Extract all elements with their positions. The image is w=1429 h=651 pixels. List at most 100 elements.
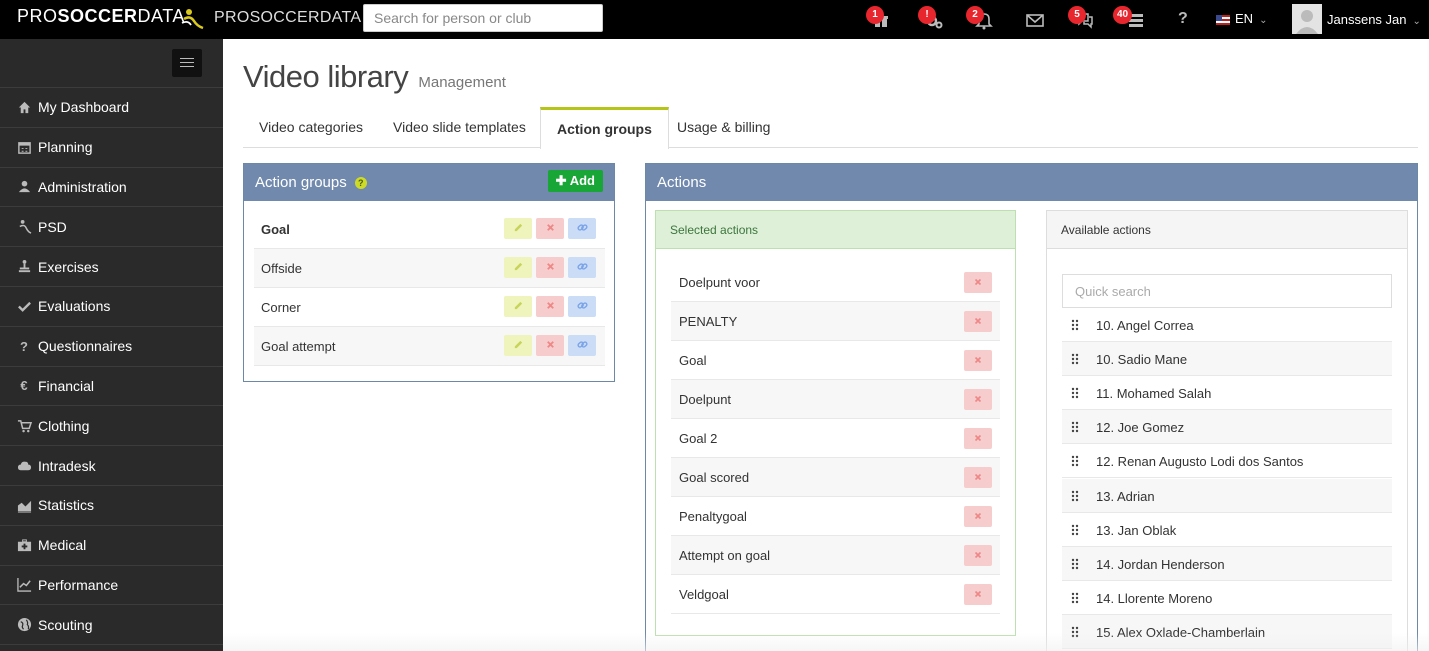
sidebar-item-label: Intradesk [38,457,96,474]
remove-action-button[interactable] [964,428,992,449]
language-selector[interactable]: EN ⌄ [1216,11,1267,26]
available-action-row[interactable]: 13. Jan Oblak [1062,513,1392,547]
home-icon [15,99,33,115]
sidebar-item-intradesk[interactable]: Intradesk [0,446,223,486]
remove-action-button[interactable] [964,506,992,527]
tab-video-slide-templates[interactable]: Video slide templates [377,107,542,148]
delete-button[interactable] [536,257,564,278]
comments-badge: 5 [1068,6,1086,24]
question-icon[interactable]: ? [1178,10,1200,32]
chevron-down-icon: ⌄ [1412,16,1421,27]
edit-button[interactable] [504,296,532,317]
action-group-row[interactable]: Corner [254,288,605,327]
sidebar-item-label: Administration [38,178,127,195]
tab-video-categories[interactable]: Video categories [243,107,379,148]
sidebar-item-planning[interactable]: Planning [0,128,223,168]
delete-button[interactable] [536,296,564,317]
available-action-row[interactable]: 12. Joe Gomez [1062,410,1392,445]
sidebar-item-questionnaires[interactable]: ? Questionnaires [0,327,223,367]
remove-action-button[interactable] [964,350,992,371]
actions-panel: Actions Selected actions Doelpunt voor PE… [645,163,1418,651]
sidebar-item-medical[interactable]: Medical [0,526,223,566]
drag-handle-icon[interactable] [1071,421,1079,433]
link-icon [576,338,588,353]
edit-button[interactable] [504,335,532,356]
drag-handle-icon[interactable] [1071,319,1079,331]
pencil-icon [513,221,524,236]
drag-handle-icon[interactable] [1071,490,1079,502]
available-action-row[interactable]: 15. Alex Oxlade-Chamberlain [1062,614,1392,649]
sidebar-item-psd[interactable]: PSD [0,207,223,248]
drag-handle-icon[interactable] [1071,387,1079,399]
user-icon [15,179,33,195]
remove-action-button[interactable] [964,545,992,566]
available-action-row[interactable]: 14. Jordan Henderson [1062,546,1392,581]
menu-toggle-button[interactable] [172,49,202,77]
help-icon[interactable]: ? [354,177,367,190]
sidebar-item-administration[interactable]: Administration [0,168,223,208]
action-group-row[interactable]: Offside [254,249,605,288]
drag-handle-icon[interactable] [1071,592,1079,604]
edit-button[interactable] [504,257,532,278]
brand-main: PRO [17,6,58,26]
drag-handle-icon[interactable] [1071,558,1079,570]
sidebar-item-label: Scouting [38,616,93,633]
available-action-row[interactable]: 12. Renan Augusto Lodi dos Santos [1062,444,1392,479]
sidebar-item-scouting[interactable]: Scouting [0,605,223,646]
available-action-row[interactable]: 14. Llorente Moreno [1062,581,1392,615]
tab-action-groups[interactable]: Action groups [540,107,669,149]
brand-logo[interactable]: PROSOCCERDATA [17,6,185,27]
link-button[interactable] [568,296,596,317]
sidebar-item-clothing[interactable]: Clothing [0,406,223,447]
global-search-input[interactable] [363,4,603,32]
close-icon [973,509,983,524]
page-title: Video library Management [243,59,506,95]
sidebar-item-my-dashboard[interactable]: My Dashboard [0,88,223,128]
sidebar-item-financial[interactable]: € Financial [0,367,223,407]
remove-action-button[interactable] [964,389,992,410]
action-group-row[interactable]: Goal [254,210,605,249]
drag-handle-icon[interactable] [1071,455,1079,467]
link-button[interactable] [568,218,596,239]
selected-action-label: Goal [679,353,707,368]
available-action-row[interactable]: 11. Mohamed Salah [1062,376,1392,411]
sidebar-item-label: My Dashboard [38,99,130,116]
remove-action-button[interactable] [964,467,992,488]
tab-usage-billing[interactable]: Usage & billing [661,107,786,148]
drag-handle-icon[interactable] [1071,353,1079,365]
link-icon [576,299,588,314]
action-group-row[interactable]: Goal attempt [254,327,605,366]
add-action-group-button[interactable]: ✚ Add [547,170,603,192]
remove-action-button[interactable] [964,584,992,605]
selected-action-row: Goal [671,341,1000,380]
available-action-row[interactable]: 10. Angel Correa [1062,308,1392,342]
available-action-label: 13. Jan Oblak [1096,522,1177,538]
delete-button[interactable] [536,218,564,239]
link-icon [576,260,588,275]
sidebar-item-statistics[interactable]: Statistics [0,486,223,526]
sidebar-item-evaluations[interactable]: Evaluations [0,287,223,327]
available-action-row[interactable]: 13. Adrian [1062,478,1392,513]
remove-action-button[interactable] [964,311,992,332]
sidebar-item-performance[interactable]: Performance [0,566,223,606]
drag-handle-icon[interactable] [1071,524,1079,536]
drag-handle-icon[interactable] [1071,626,1079,638]
sidebar-item-exercises[interactable]: Exercises [0,247,223,287]
selected-action-label: Attempt on goal [679,548,771,563]
remove-action-button[interactable] [964,272,992,293]
available-action-row[interactable]: 10. Sadio Mane [1062,342,1392,377]
link-button[interactable] [568,257,596,278]
sidebar-item-label: Clothing [38,417,90,434]
euro-icon: € [20,378,28,394]
selected-actions-title: Selected actions [656,211,1015,249]
envelope-icon[interactable] [1025,10,1047,32]
available-action-label: 11. Mohamed Salah [1096,386,1212,402]
delete-button[interactable] [536,335,564,356]
panel-header: Action groups? ✚ Add [244,164,614,201]
link-button[interactable] [568,335,596,356]
edit-button[interactable] [504,218,532,239]
quick-search-input[interactable] [1062,274,1392,308]
available-action-label: 14. Jordan Henderson [1096,556,1225,572]
selected-action-row: Attempt on goal [671,536,1000,575]
avatar [1292,4,1322,34]
